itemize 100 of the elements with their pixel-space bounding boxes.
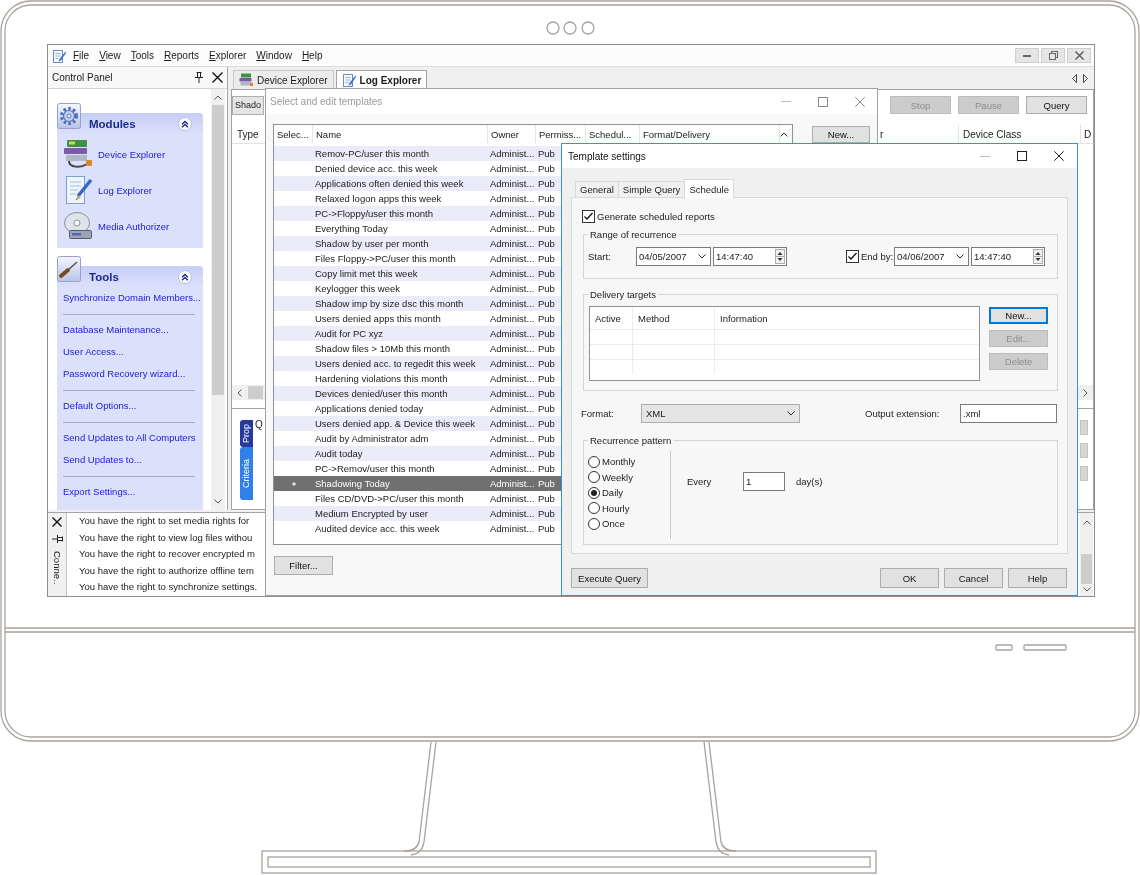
column-header[interactable]: Type: [232, 125, 264, 143]
column-header[interactable]: D: [1080, 125, 1093, 143]
checkbox-label[interactable]: Generate scheduled reports: [597, 210, 715, 222]
close-button[interactable]: [1067, 48, 1091, 63]
radio-button[interactable]: [588, 486, 600, 499]
side-tab[interactable]: Criteria: [240, 447, 253, 501]
menu-item[interactable]: View: [94, 48, 126, 63]
side-tab[interactable]: Prop: [240, 420, 253, 447]
table-row[interactable]: Audited device acc. this week Administ... Pub: [274, 521, 561, 536]
close-icon[interactable]: [1054, 151, 1064, 161]
dialog-button[interactable]: OK: [880, 568, 939, 588]
chevron-left-icon[interactable]: [237, 388, 242, 397]
menu-item[interactable]: File: [68, 48, 95, 63]
spinner-icon[interactable]: [1033, 249, 1043, 264]
chevron-down-icon[interactable]: [956, 254, 964, 259]
table-row[interactable]: Applications often denied this week Administ... Pub: [274, 176, 561, 191]
radio-button[interactable]: [588, 517, 600, 530]
time-field[interactable]: 14:47:40: [971, 247, 1045, 266]
menu-item[interactable]: Tools: [125, 48, 159, 63]
filter-dropdown[interactable]: Shado: [232, 95, 264, 115]
table-row[interactable]: Files CD/DVD->PC/user this month Administ... Pub: [274, 491, 561, 506]
dialog-button[interactable]: New...: [812, 126, 870, 143]
tool-link[interactable]: Synchronize Domain Members...: [63, 287, 201, 309]
table-row[interactable]: PC->Remov/user this month Administ... Pub: [274, 461, 561, 476]
chevron-down-icon[interactable]: [698, 254, 706, 259]
tab[interactable]: General: [575, 181, 619, 197]
column-header[interactable]: Method: [633, 307, 715, 329]
table-row[interactable]: Files Floppy->PC/user this month Administ... Pub: [274, 251, 561, 266]
vertical-scrollbar[interactable]: [211, 89, 225, 510]
pin-icon[interactable]: [195, 72, 203, 83]
radio-label[interactable]: Hourly: [602, 502, 630, 514]
triangle-left-icon[interactable]: [1072, 73, 1077, 83]
vertical-scrollbar[interactable]: [1080, 513, 1093, 596]
minimize-button[interactable]: [1015, 48, 1039, 63]
menu-item[interactable]: Reports: [159, 48, 205, 63]
table-row[interactable]: Everything Today Administ... Pub: [274, 221, 561, 236]
radio-button[interactable]: [588, 455, 600, 468]
checkbox[interactable]: [582, 209, 595, 223]
dialog-button[interactable]: Cancel: [944, 568, 1003, 588]
table-row[interactable]: Copy limit met this week Administ... Pub: [274, 266, 561, 281]
collapse-icon[interactable]: [178, 269, 192, 284]
tool-link[interactable]: Password Recovery wizard...: [63, 363, 186, 385]
interval-field[interactable]: 1: [743, 472, 785, 491]
table-row[interactable]: Audit today Administ... Pub: [274, 446, 561, 461]
table-row[interactable]: Users denied acc. to regedit this week Administ... Pub: [274, 356, 561, 371]
dialog-button[interactable]: New...: [989, 307, 1048, 324]
restore-button[interactable]: [1041, 48, 1065, 63]
table-row[interactable]: Medium Encrypted by user Administ... Pub: [274, 506, 561, 521]
column-header[interactable]: Active: [590, 307, 633, 329]
scrollbar-thumb[interactable]: [1081, 554, 1092, 584]
table-row[interactable]: PC->Floppy/user this month Administ... Pub: [274, 206, 561, 221]
panel-title[interactable]: Conne..: [51, 551, 63, 585]
chevron-up-icon[interactable]: [214, 95, 222, 100]
tool-link[interactable]: Export Settings...: [63, 481, 136, 503]
table-row[interactable]: Denied device acc. this week Administ... Pub: [274, 161, 561, 176]
scrollbar-thumb[interactable]: [212, 105, 224, 395]
table-row[interactable]: Relaxed logon apps this week Administ... Pub: [274, 191, 561, 206]
menu-item[interactable]: Window: [251, 48, 297, 63]
radio-label[interactable]: Once: [602, 518, 625, 530]
tool-link[interactable]: Database Maintenance...: [63, 319, 169, 341]
scrollbar-thumb[interactable]: [248, 386, 263, 399]
date-field[interactable]: 04/05/2007: [636, 247, 711, 266]
table-row[interactable]: Shadowing Today Administ... Pub: [274, 476, 561, 491]
table-row[interactable]: Keylogger this week Administ... Pub: [274, 281, 561, 296]
dialog-button[interactable]: Filter...: [274, 556, 333, 575]
triangle-right-icon[interactable]: [1083, 73, 1088, 83]
module-link[interactable]: Log Explorer: [63, 172, 152, 208]
module-link[interactable]: Device Explorer: [63, 136, 166, 172]
table-row[interactable]: Shadow files > 10Mb this month Administ... Pub: [274, 341, 561, 356]
table-row[interactable]: Shadow imp by size dsc this month Administ... Pub: [274, 296, 561, 311]
chevron-down-icon[interactable]: [787, 411, 795, 416]
tab[interactable]: Device Explorer: [233, 70, 334, 89]
radio-label[interactable]: Daily: [602, 487, 624, 499]
date-field[interactable]: 04/06/2007: [894, 247, 969, 266]
tool-link[interactable]: Send Updates to All Computers: [63, 427, 196, 449]
checkbox[interactable]: [846, 250, 859, 263]
chevron-right-icon[interactable]: [1083, 388, 1088, 397]
menu-item[interactable]: Explorer: [204, 48, 252, 63]
table-row[interactable]: Applications denied today Administ... Pub: [274, 401, 561, 416]
chevron-up-icon[interactable]: [780, 131, 788, 137]
column-header[interactable]: r: [879, 125, 958, 143]
radio-button[interactable]: [588, 471, 600, 484]
radio-button[interactable]: [588, 502, 600, 515]
menu-item[interactable]: Help: [296, 48, 328, 63]
close-icon[interactable]: [52, 517, 62, 527]
close-icon[interactable]: [212, 72, 223, 83]
collapse-icon[interactable]: [178, 116, 192, 131]
table-row[interactable]: Remov-PC/user this month Administ... Pub: [274, 146, 561, 161]
pin-icon[interactable]: [51, 535, 63, 543]
table-row[interactable]: Shadow by user per month Administ... Pub: [274, 236, 561, 251]
dialog-button[interactable]: Help: [1008, 568, 1067, 588]
tab[interactable]: Simple Query: [617, 181, 686, 197]
dialog-button[interactable]: Execute Query: [571, 568, 648, 588]
checkbox-label[interactable]: End by:: [861, 251, 893, 262]
table-row[interactable]: Users denied apps this month Administ... Pub: [274, 311, 561, 326]
maximize-icon[interactable]: [1017, 151, 1027, 161]
column-header[interactable]: Name: [313, 125, 488, 143]
tab[interactable]: Schedule: [684, 179, 734, 198]
time-field[interactable]: 14:47:40: [713, 247, 787, 266]
chevron-down-icon[interactable]: [214, 499, 222, 504]
